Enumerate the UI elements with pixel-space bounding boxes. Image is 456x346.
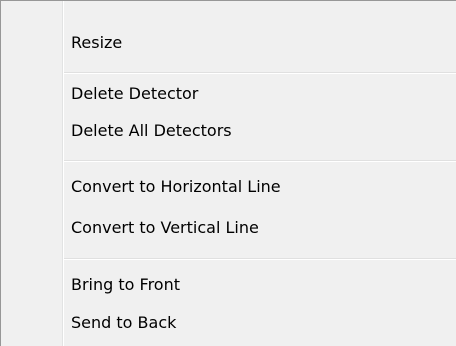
menu-item-convert-horizontal[interactable]: Convert to Horizontal Line [64, 169, 456, 205]
menu-separator [64, 258, 456, 260]
context-menu: Resize Delete Detector Delete All Detect… [0, 0, 456, 346]
menu-item-send-to-back[interactable]: Send to Back [64, 305, 456, 341]
menu-item-convert-vertical[interactable]: Convert to Vertical Line [64, 210, 456, 246]
menu-icon-gutter [1, 1, 62, 346]
menu-item-bring-to-front[interactable]: Bring to Front [64, 267, 456, 303]
menu-item-delete-all-detectors[interactable]: Delete All Detectors [64, 113, 456, 149]
menu-separator [64, 160, 456, 162]
menu-separator [64, 72, 456, 74]
menu-item-resize[interactable]: Resize [64, 25, 456, 61]
menu-item-delete-detector[interactable]: Delete Detector [64, 76, 456, 112]
